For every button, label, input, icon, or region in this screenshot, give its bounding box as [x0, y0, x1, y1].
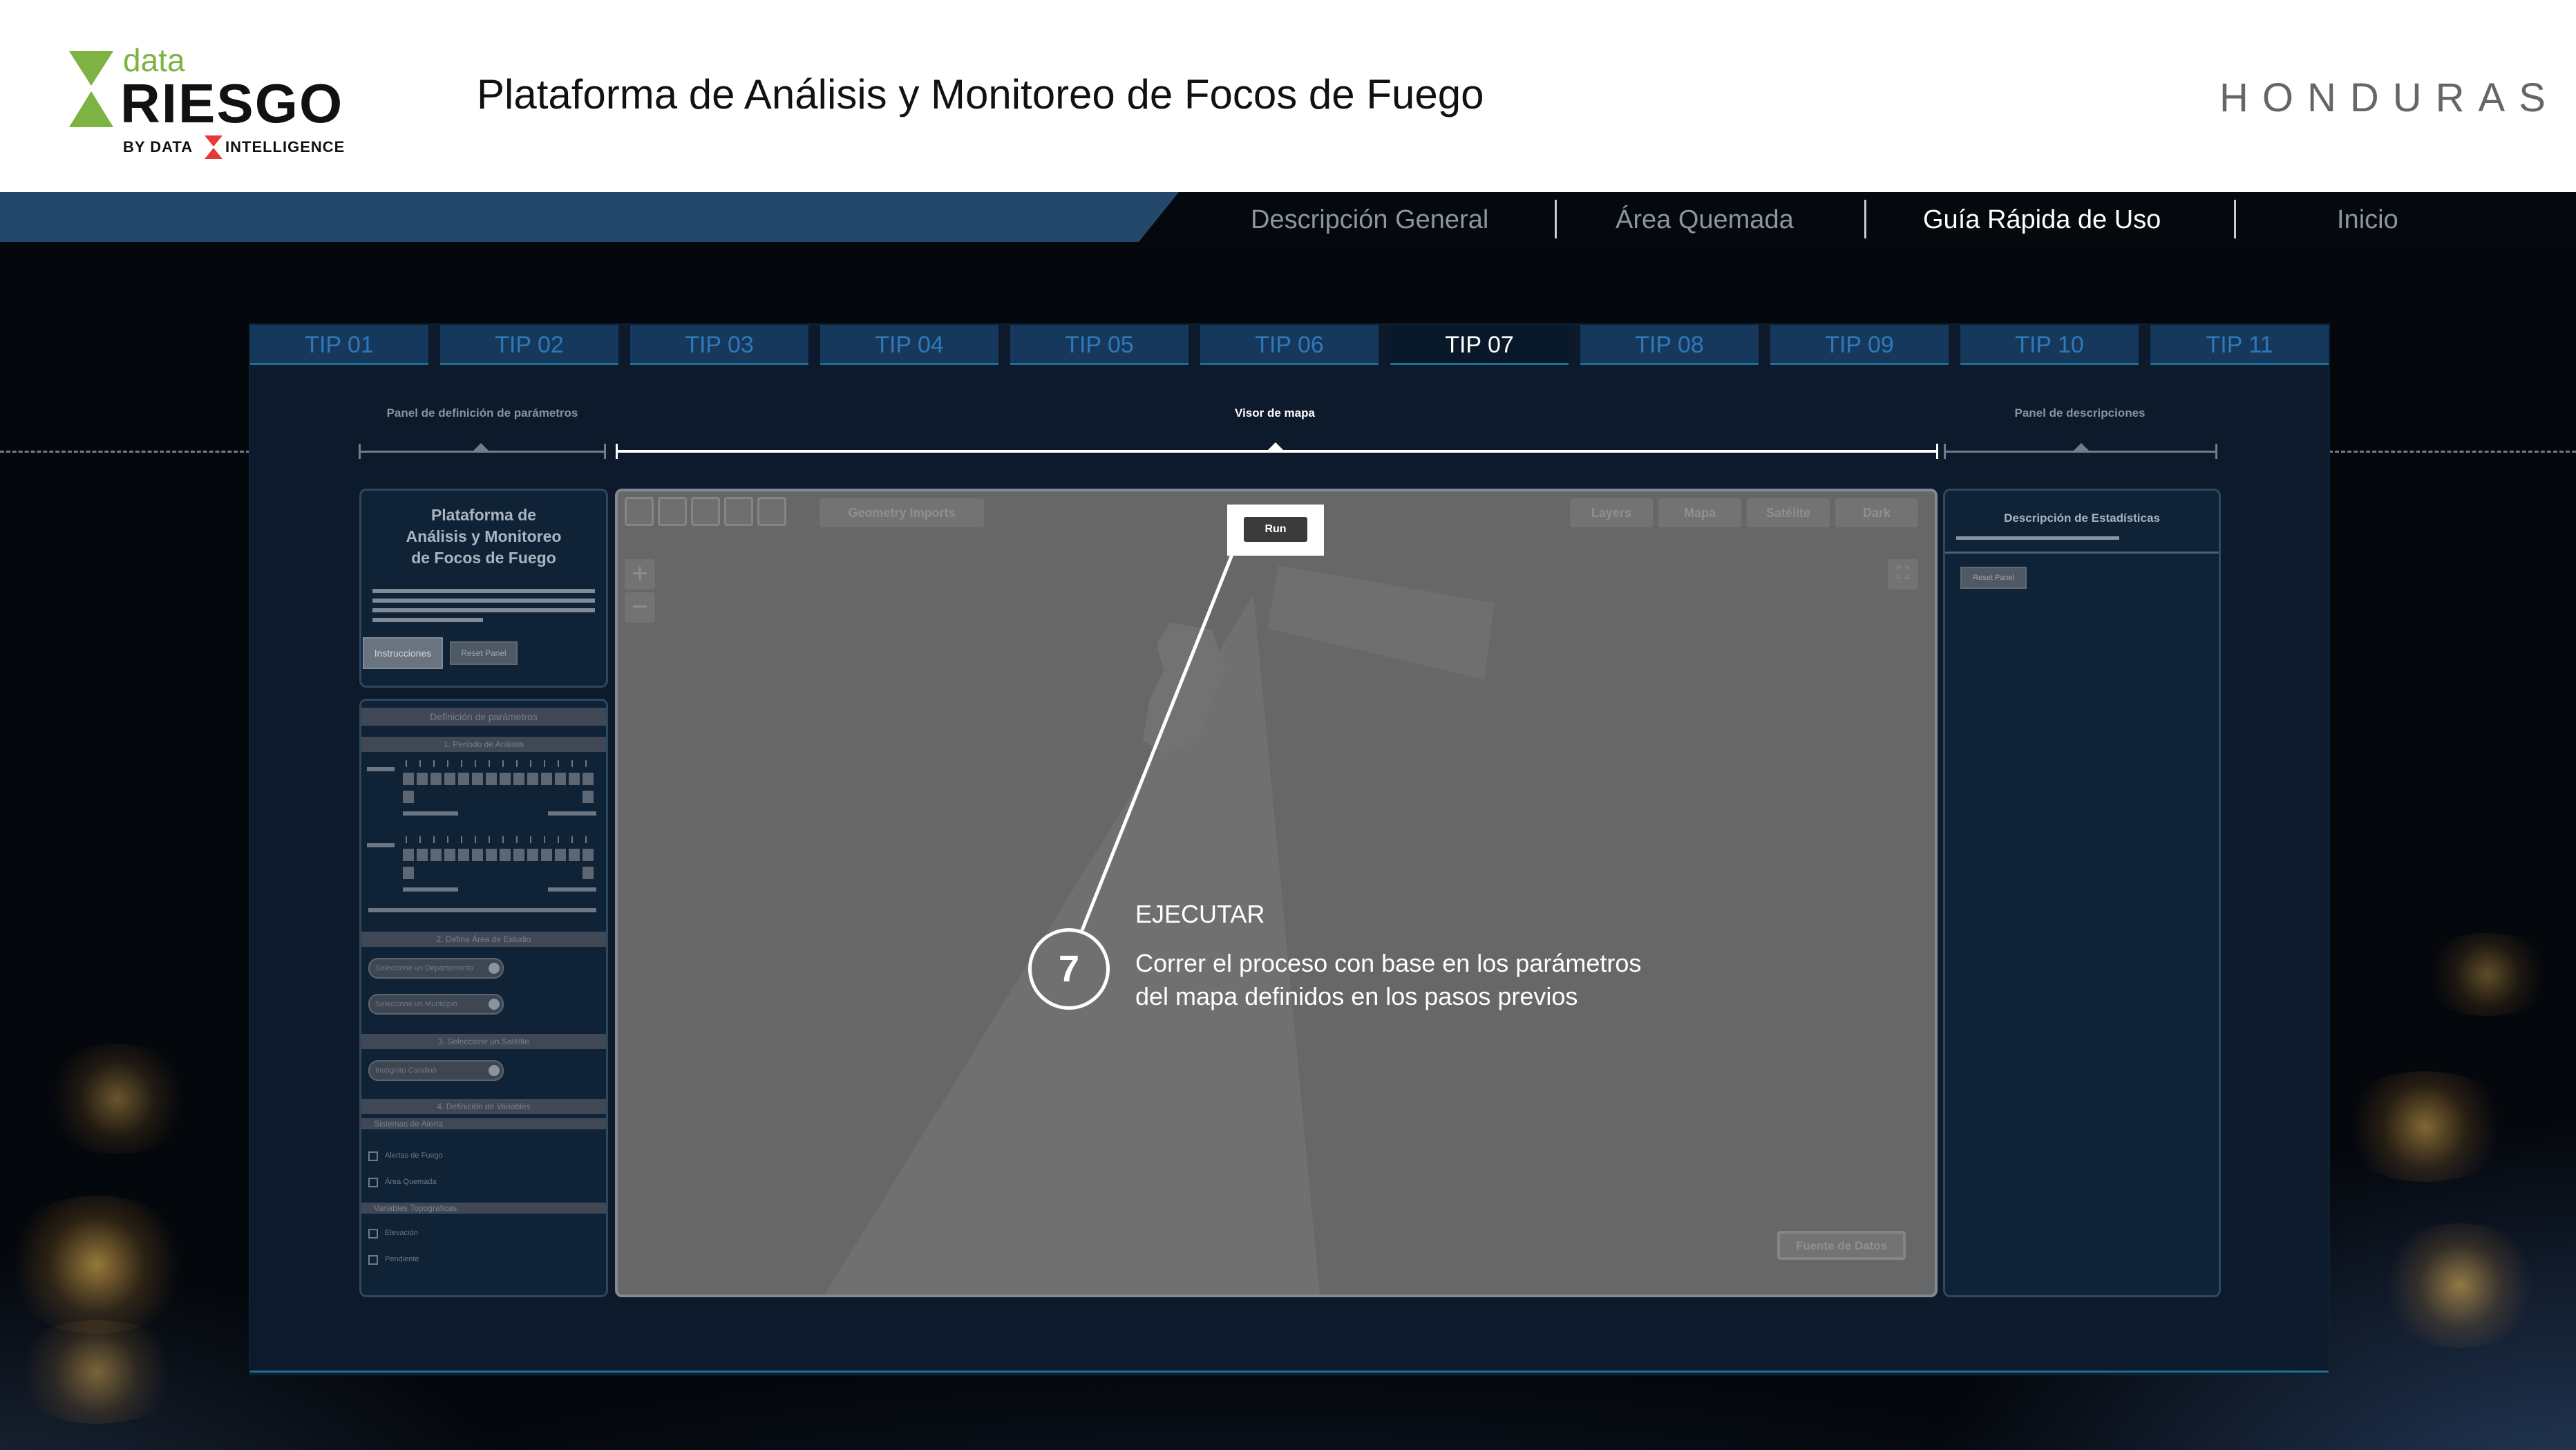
step-description-line2: del mapa definidos en los pasos previos — [1135, 982, 1578, 1010]
callout-connector — [1080, 552, 1235, 931]
step-title: EJECUTAR — [1135, 900, 1265, 928]
step-description-line1: Correr el proceso con base en los paráme… — [1135, 949, 1642, 977]
step-description: Correr el proceso con base en los paráme… — [1135, 947, 1757, 1013]
step-number-badge: 7 — [1028, 928, 1110, 1010]
